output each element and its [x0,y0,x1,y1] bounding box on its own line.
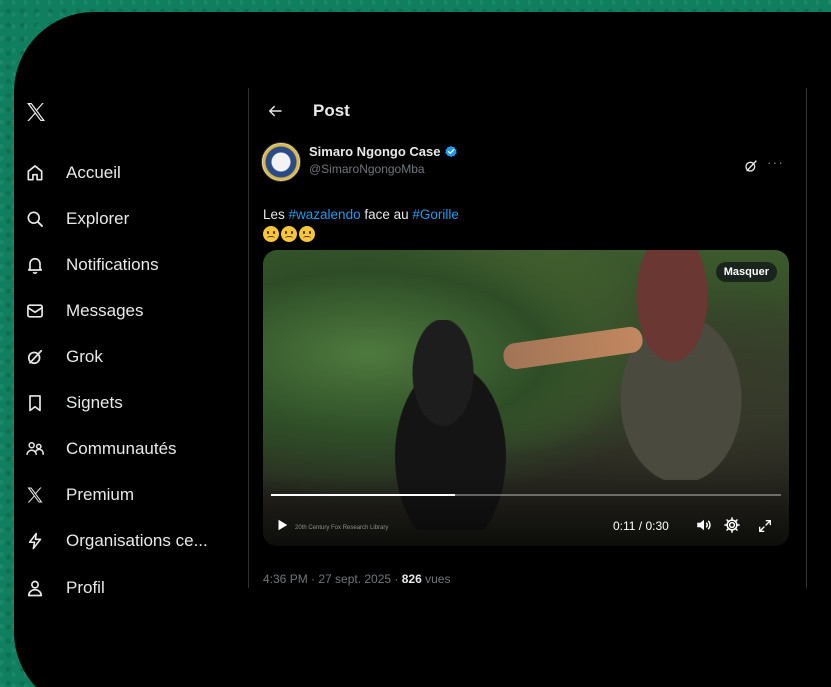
more-options-icon[interactable]: ··· [767,154,784,170]
page-title: Post [313,101,350,120]
sidebar-item-label: Signets [66,393,123,412]
hide-media-button[interactable]: Masquer [715,262,777,282]
sidebar-item-profil[interactable]: Profil [24,573,105,603]
verified-badge-icon [444,145,458,159]
fullscreen-icon[interactable] [757,518,773,534]
avatar[interactable] [261,142,301,182]
sidebar-item-signets[interactable]: Signets [24,388,123,418]
volume-icon[interactable] [695,516,713,534]
sidebar-item-organisations[interactable]: Organisations ce... [24,526,208,556]
tweet-text: Les #wazalendo face au #Gorille [263,206,459,224]
timestamp-date[interactable]: 4:36 PM · 27 sept. 2025 · [263,572,402,586]
author-name-text[interactable]: Simaro Ngongo Case [309,144,440,159]
author-handle[interactable]: @SimaroNgongoMba [309,162,425,176]
sidebar-item-accueil[interactable]: Accueil [24,158,121,188]
sidebar-item-communautes[interactable]: Communautés [24,434,177,464]
play-icon[interactable] [275,518,289,532]
video-controls-overlay [263,476,789,546]
hashtag-link[interactable]: #Gorille [412,207,459,222]
frowning-face-icon [281,226,297,242]
frowning-face-icon [263,226,279,242]
post-header: Post [265,96,350,126]
tweet-text-part: Les [263,207,289,222]
video-time: 0:11 / 0:30 [613,519,669,533]
communities-icon [24,438,46,460]
sidebar-item-explorer[interactable]: Explorer [24,204,129,234]
gear-icon[interactable] [723,516,741,534]
video-frame-figure [573,250,753,480]
grok-icon [24,346,46,368]
post-timestamp: 4:36 PM · 27 sept. 2025 · 826 vues [263,572,450,586]
video-player[interactable]: Masquer 20th Century Fox Research Librar… [263,250,789,546]
main-column: Post Simaro Ngongo Case @SimaroNgongoMba… [249,88,806,588]
home-icon [24,162,46,184]
person-icon [24,577,46,599]
back-arrow-icon[interactable] [265,101,285,121]
views-count: 826 [401,572,422,586]
sidebar-item-label: Communautés [66,439,177,458]
grok-icon[interactable] [743,158,759,174]
x-logo-icon [24,484,46,506]
mail-icon [24,300,46,322]
sidebar-item-label: Notifications [66,255,159,274]
sidebar-item-label: Accueil [66,163,121,182]
bookmark-icon [24,392,46,414]
lightning-icon [24,530,46,552]
sidebar-item-premium[interactable]: Premium [24,480,134,510]
bell-icon [24,254,46,276]
sidebar-item-label: Grok [66,347,103,366]
frowning-face-icon [299,226,315,242]
sidebar-item-label: Organisations ce... [66,531,208,550]
sidebar-item-label: Messages [66,301,144,320]
video-progress-fill [271,494,455,496]
views-label: vues [421,572,451,586]
hashtag-link[interactable]: #wazalendo [289,207,361,222]
column-divider [806,88,807,588]
search-icon [24,208,46,230]
tweet-text-part: face au [360,207,413,222]
sidebar-item-label: Premium [66,485,135,504]
sidebar-nav: Accueil Explorer Notifications Messages … [14,88,242,597]
sidebar-item-label: Profil [66,578,105,597]
author-name[interactable]: Simaro Ngongo Case [309,144,458,159]
video-watermark: 20th Century Fox Research Library [295,525,389,531]
sidebar-item-label: Explorer [66,209,130,228]
sidebar-item-notifications[interactable]: Notifications [24,250,159,280]
emoji-row [263,226,315,242]
x-logo-icon[interactable] [24,100,50,126]
sidebar-item-messages[interactable]: Messages [24,296,143,326]
video-progress-bar[interactable] [271,494,781,496]
sidebar-item-grok[interactable]: Grok [24,342,103,372]
